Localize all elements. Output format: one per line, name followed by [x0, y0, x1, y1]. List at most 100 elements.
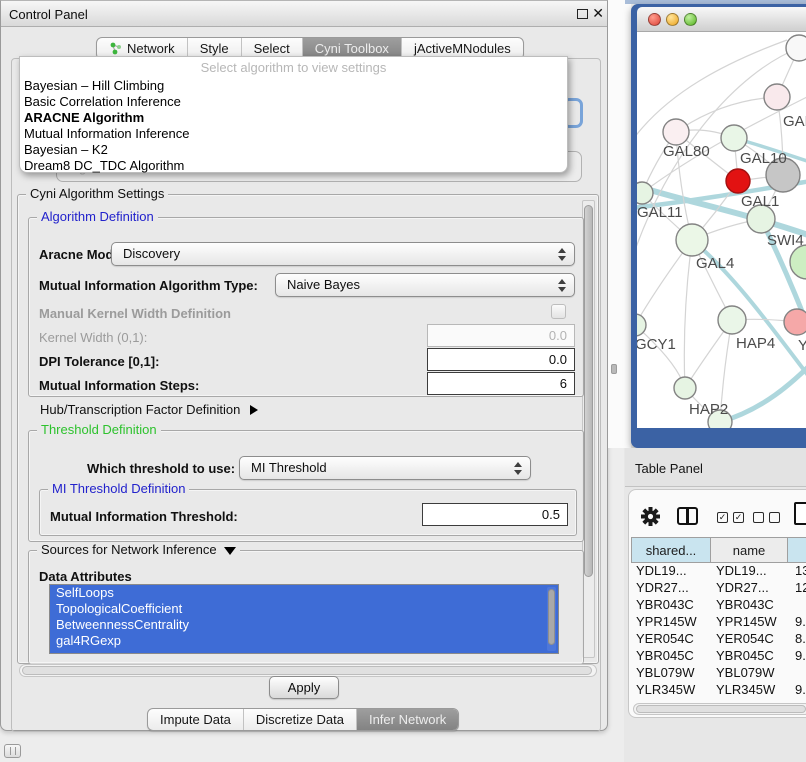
algorithm-option[interactable]: Mutual Information Inference	[20, 126, 567, 142]
hub-definition-expander[interactable]: Hub/Transcription Factor Definition	[40, 402, 258, 417]
attribute-list-item[interactable]: SelfLoops	[50, 585, 558, 601]
scrollbar-thumb[interactable]	[584, 205, 593, 577]
expander-arrow-icon	[250, 405, 258, 415]
network-node-label: GAL1	[741, 193, 779, 210]
tab-impute-data[interactable]: Impute Data	[148, 709, 243, 730]
network-node[interactable]	[637, 314, 646, 336]
cell-name: YPR145W	[711, 614, 788, 631]
cell-shared-name: YBL079W	[631, 665, 711, 682]
mi-algorithm-type-combo[interactable]: Naive Bayes	[275, 273, 575, 297]
network-node[interactable]	[674, 377, 696, 399]
network-node-label: GAL11	[637, 204, 683, 221]
column-header-shared-name[interactable]: shared...	[631, 537, 711, 563]
gear-icon[interactable]	[641, 507, 660, 526]
cell-value: 9.	[788, 648, 806, 665]
sources-expander[interactable]: Sources for Network Inference	[37, 542, 240, 557]
which-threshold-combo[interactable]: MI Threshold	[239, 456, 531, 480]
algorithm-definition-group: Algorithm Definition Aracne Mode: Discov…	[28, 217, 584, 397]
network-node[interactable]	[786, 35, 806, 61]
algorithm-option[interactable]: Dream8 DC_TDC Algorithm	[20, 158, 567, 174]
apply-button[interactable]: Apply	[269, 676, 339, 699]
checked-checkbox-icon[interactable]: ✓	[717, 512, 728, 523]
dpi-tolerance-label: DPI Tolerance [0,1]:	[39, 354, 159, 369]
scrollbar-thumb[interactable]	[22, 666, 592, 675]
data-attributes-label: Data Attributes	[39, 569, 132, 584]
cell-shared-name: YLR345W	[631, 682, 711, 694]
kernel-width-field[interactable]: 0.0	[427, 324, 575, 347]
algorithm-dropdown-list: Select algorithm to view settings Bayesi…	[19, 56, 568, 173]
network-node[interactable]	[790, 245, 806, 279]
attribute-list-item[interactable]: BetweennessCentrality	[50, 617, 558, 633]
table-row[interactable]: YLR345W YLR345W 9.	[631, 682, 806, 694]
table-body: YDL19... YDL19... 13 YDR27... YDR27... 1…	[631, 563, 806, 694]
table-row[interactable]: YBR045C YBR045C 9.	[631, 648, 806, 665]
cell-shared-name: YDL19...	[631, 563, 711, 580]
attribute-list-scrollbar[interactable]	[547, 587, 556, 651]
algorithm-option[interactable]: Bayesian – Hill Climbing	[20, 78, 567, 94]
table-row[interactable]: YBL079W YBL079W	[631, 665, 806, 682]
network-node[interactable]	[784, 309, 806, 335]
algorithm-option[interactable]: Basic Correlation Inference	[20, 94, 567, 110]
network-icon	[109, 42, 122, 55]
checked-checkbox-icon[interactable]: ✓	[733, 512, 744, 523]
zoom-traffic-light-icon[interactable]	[684, 13, 697, 26]
dpi-tolerance-field[interactable]: 0.0	[427, 348, 575, 371]
scrollbar-thumb[interactable]	[636, 705, 806, 713]
unchecked-checkbox-icon[interactable]	[753, 512, 764, 523]
close-traffic-light-icon[interactable]	[648, 13, 661, 26]
tab-label: Infer Network	[369, 712, 446, 727]
table-horizontal-scrollbar[interactable]	[633, 703, 806, 715]
table-row[interactable]: YDL19... YDL19... 13	[631, 563, 806, 580]
network-node[interactable]	[718, 306, 746, 334]
algorithm-option[interactable]: ARACNE Algorithm	[20, 110, 567, 126]
collapsed-panel-icon[interactable]	[4, 744, 21, 758]
network-node[interactable]	[764, 84, 790, 110]
combo-value: Naive Bayes	[287, 277, 360, 292]
data-attributes-list[interactable]: SelfLoops TopologicalCoefficient Between…	[49, 584, 559, 654]
threshold-definition-group: Threshold Definition Which threshold to …	[28, 430, 584, 542]
control-panel-titlebar: Control Panel ✕	[1, 1, 607, 27]
aracne-mode-combo[interactable]: Discovery	[111, 242, 575, 266]
cell-name: YER054C	[711, 631, 788, 648]
cell-value: 12	[788, 580, 806, 597]
tab-label: Style	[200, 41, 229, 56]
mi-steps-field[interactable]: 6	[427, 372, 575, 395]
close-icon[interactable]: ✕	[592, 5, 604, 22]
manual-kernel-width-checkbox[interactable]	[551, 304, 566, 319]
network-node-label: SWI4	[767, 232, 804, 249]
dropdown-prompt: Select algorithm to view settings	[20, 57, 567, 78]
attribute-list-item[interactable]: TopologicalCoefficient	[50, 601, 558, 617]
table-row[interactable]: YER054C YER054C 8.	[631, 631, 806, 648]
table-row[interactable]: YPR145W YPR145W 9.	[631, 614, 806, 631]
tab-discretize-data[interactable]: Discretize Data	[243, 709, 356, 730]
algorithm-option[interactable]: Bayesian – K2	[20, 142, 567, 158]
cell-name: YBL079W	[711, 665, 788, 682]
mi-threshold-field[interactable]: 0.5	[422, 503, 568, 526]
network-canvas[interactable]: GALGAL80GAL10GAL1SWI4GAL11GAL4GCY1HAP4YH…	[637, 32, 806, 428]
attribute-list-item[interactable]: gal4RGexp	[50, 633, 558, 649]
file-icon[interactable]	[794, 502, 806, 525]
split-columns-icon[interactable]	[677, 507, 698, 525]
cell-value: 9.	[788, 682, 806, 694]
column-header-name[interactable]: name	[711, 537, 788, 563]
network-node-label: GAL	[783, 113, 806, 130]
splitter-handle-icon[interactable]	[611, 364, 617, 374]
cell-shared-name: YBR045C	[631, 648, 711, 665]
float-panel-icon[interactable]	[577, 9, 588, 19]
network-node[interactable]	[637, 182, 653, 204]
network-window-titlebar[interactable]	[637, 7, 806, 32]
network-node[interactable]	[721, 125, 747, 151]
which-threshold-label: Which threshold to use:	[87, 461, 235, 476]
table-row[interactable]: YDR27... YDR27... 12	[631, 580, 806, 597]
column-header-clipped[interactable]: A	[788, 537, 806, 563]
mi-threshold-label: Mutual Information Threshold:	[50, 509, 238, 524]
minimize-traffic-light-icon[interactable]	[666, 13, 679, 26]
tab-infer-network[interactable]: Infer Network	[356, 709, 458, 730]
network-node-label: HAP4	[736, 335, 775, 352]
table-row[interactable]: YBR043C YBR043C	[631, 597, 806, 614]
network-node[interactable]	[676, 224, 708, 256]
network-node[interactable]	[726, 169, 750, 193]
tab-label: Impute Data	[160, 712, 231, 727]
network-node[interactable]	[663, 119, 689, 145]
unchecked-checkbox-icon[interactable]	[769, 512, 780, 523]
